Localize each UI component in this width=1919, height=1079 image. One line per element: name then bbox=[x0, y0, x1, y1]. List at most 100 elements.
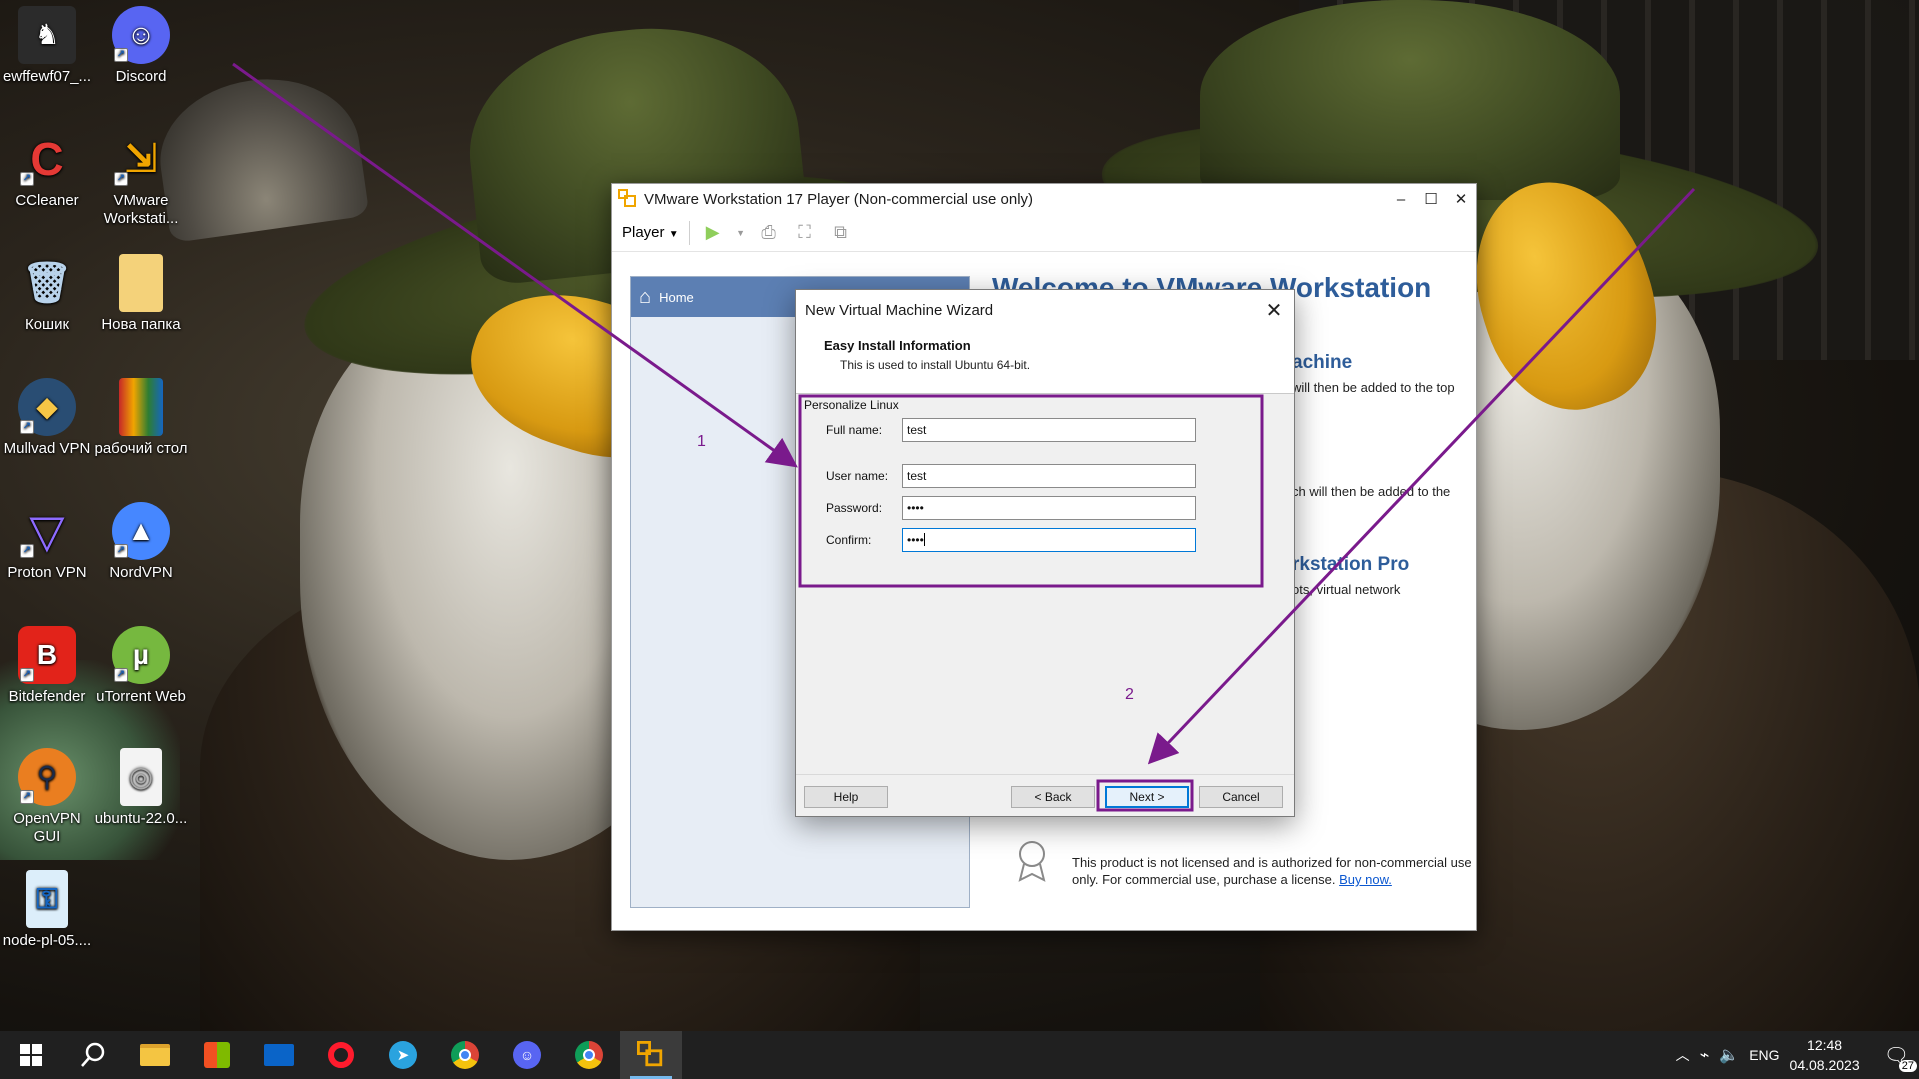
fullscreen-icon[interactable]: ⛶ bbox=[792, 221, 818, 245]
buy-now-link[interactable]: Buy now. bbox=[1339, 872, 1392, 887]
desktop-icon-label: ubuntu-22.0... bbox=[94, 810, 188, 827]
taskbar-vmware[interactable] bbox=[620, 1031, 682, 1079]
desktop-icon-label: NordVPN bbox=[109, 564, 173, 581]
shortcut-arrow-icon: ↗ bbox=[20, 668, 34, 682]
home-icon: ⌂ bbox=[639, 285, 652, 308]
send-ctrl-alt-del-icon[interactable]: ⎙ bbox=[756, 221, 782, 245]
desktop-icon-ubuntu-iso[interactable]: ◎ ubuntu-22.0... bbox=[94, 748, 188, 828]
desktop-icon-bitdefender[interactable]: B ↗ Bitdefender bbox=[0, 626, 94, 706]
desktop-icon-utorrent[interactable]: µ ↗ uTorrent Web bbox=[94, 626, 188, 706]
windows-logo-icon bbox=[20, 1044, 42, 1066]
desktop-icon-recycle-bin[interactable]: 🗑 Кошик bbox=[0, 254, 94, 334]
confirm-password-value: •••• bbox=[907, 533, 924, 547]
desktop-icon-label: Mullvad VPN bbox=[3, 440, 91, 457]
shortcut-arrow-icon: ↗ bbox=[20, 544, 34, 558]
show-hidden-icons-icon[interactable]: ︿ bbox=[1676, 1045, 1690, 1065]
window-title: VMware Workstation 17 Player (Non-commer… bbox=[644, 190, 1034, 208]
password-input[interactable]: •••• bbox=[902, 496, 1196, 520]
chevron-down-icon[interactable]: ▼ bbox=[736, 221, 746, 245]
desktop-icon-label: Discord bbox=[115, 68, 167, 85]
help-button[interactable]: Help bbox=[804, 786, 888, 808]
desktop-icon-label: uTorrent Web bbox=[96, 688, 186, 705]
shortcut-arrow-icon: ↗ bbox=[114, 48, 128, 62]
wizard-footer: Help < Back Next > Cancel bbox=[796, 774, 1294, 816]
window-titlebar[interactable]: VMware Workstation 17 Player (Non-commer… bbox=[612, 184, 1476, 214]
shortcut-arrow-icon: ↗ bbox=[20, 420, 34, 434]
confirm-password-input[interactable]: •••• bbox=[902, 528, 1196, 552]
taskbar-chrome[interactable] bbox=[434, 1031, 496, 1079]
close-icon[interactable]: ✕ bbox=[1446, 190, 1476, 208]
cancel-button[interactable]: Cancel bbox=[1199, 786, 1283, 808]
wizard-step-title: Easy Install Information bbox=[824, 338, 971, 353]
search-button[interactable] bbox=[62, 1031, 124, 1079]
desktop-icon-node-config[interactable]: ⚿ node-pl-05.... bbox=[0, 870, 94, 950]
desktop-icon-ewffewf07[interactable]: ♞ ewffewf07_... bbox=[0, 6, 94, 86]
volume-icon[interactable]: 🔈 bbox=[1719, 1045, 1739, 1065]
search-icon bbox=[81, 1042, 105, 1067]
desktop-icon-nordvpn[interactable]: ▲ ↗ NordVPN bbox=[94, 502, 188, 582]
taskbar-discord[interactable]: ☺ bbox=[496, 1031, 558, 1079]
confirm-label: Confirm: bbox=[826, 533, 872, 547]
desktop-icon-discord[interactable]: ☺ ↗ Discord bbox=[94, 6, 188, 86]
proton-vpn-icon: ▽ ↗ bbox=[18, 502, 76, 560]
full-name-input[interactable]: test bbox=[902, 418, 1196, 442]
desktop-icon-mullvad[interactable]: ◆ ↗ Mullvad VPN bbox=[0, 378, 94, 458]
taskbar-file-explorer[interactable] bbox=[124, 1031, 186, 1079]
desktop-icon-label: Нова папка bbox=[101, 316, 181, 333]
language-indicator[interactable]: ENG bbox=[1749, 1047, 1779, 1063]
close-icon[interactable]: ✕ bbox=[1254, 298, 1294, 323]
start-button[interactable] bbox=[0, 1031, 62, 1079]
taskbar-chrome-profile[interactable] bbox=[558, 1031, 620, 1079]
discord-icon: ☺ bbox=[513, 1041, 541, 1069]
password-row: Password: •••• bbox=[826, 496, 1196, 520]
notifications-button[interactable]: 🗨 27 bbox=[1884, 1043, 1917, 1072]
wallpaper-hat-right bbox=[1200, 0, 1620, 200]
desktop-icon-vmware[interactable]: ⇲ ↗ VMware Workstati... bbox=[94, 130, 188, 228]
network-icon[interactable]: ⌁ bbox=[1700, 1045, 1710, 1065]
chrome-icon bbox=[575, 1041, 603, 1069]
desktop-icon-openvpn[interactable]: ⚲ ↗ OpenVPN GUI bbox=[0, 748, 94, 846]
desktop-icon-new-folder[interactable]: Нова папка bbox=[94, 254, 188, 334]
player-menu[interactable]: Player ▼ bbox=[622, 224, 679, 241]
sidebar-item-label: Home bbox=[659, 289, 694, 305]
user-name-input[interactable]: test bbox=[902, 464, 1196, 488]
create-vm-heading[interactable]: achine bbox=[1292, 352, 1352, 374]
annotation-label-2: 2 bbox=[1125, 686, 1134, 703]
folder-icon bbox=[119, 254, 163, 312]
taskbar-opera[interactable] bbox=[310, 1031, 372, 1079]
desktop-icon-label: Proton VPN bbox=[7, 564, 87, 581]
unity-icon[interactable]: ⧉ bbox=[828, 221, 854, 245]
next-button[interactable]: Next > bbox=[1105, 786, 1189, 808]
maximize-icon[interactable]: ☐ bbox=[1416, 190, 1446, 208]
taskbar-mail[interactable] bbox=[248, 1031, 310, 1079]
user-name-label: User name: bbox=[826, 469, 889, 483]
bitdefender-icon: B ↗ bbox=[18, 626, 76, 684]
user-name-row: User name: test bbox=[826, 464, 1196, 488]
taskbar-microsoft-store[interactable] bbox=[186, 1031, 248, 1079]
dialog-titlebar[interactable]: New Virtual Machine Wizard ✕ bbox=[796, 290, 1294, 330]
license-text: This product is not licensed and is auth… bbox=[1072, 855, 1472, 887]
back-button[interactable]: < Back bbox=[1011, 786, 1095, 808]
desktop-icon-ccleaner[interactable]: C ↗ CCleaner bbox=[0, 130, 94, 210]
opera-icon bbox=[328, 1042, 354, 1068]
notification-count-badge: 27 bbox=[1898, 1059, 1917, 1072]
taskbar-telegram[interactable]: ➤ bbox=[372, 1031, 434, 1079]
desktop-icon-proton-vpn[interactable]: ▽ ↗ Proton VPN bbox=[0, 502, 94, 582]
clock[interactable]: 12:48 04.08.2023 bbox=[1790, 1035, 1860, 1075]
shortcut-arrow-icon: ↗ bbox=[20, 790, 34, 804]
desktop-icon-label: Bitdefender bbox=[8, 688, 86, 705]
open-vm-description: ch will then be added to the bbox=[1292, 484, 1451, 499]
chrome-icon bbox=[451, 1041, 479, 1069]
desktop-icon-label: ewffewf07_... bbox=[2, 68, 92, 85]
annotation-label-1: 1 bbox=[697, 433, 706, 450]
group-label: Personalize Linux bbox=[804, 398, 899, 412]
desktop-icon-rabochiy-stol[interactable]: рабочий стол bbox=[94, 378, 188, 458]
taskbar: ➤ ☺ ︿ ⌁ 🔈 ENG 12:48 04.08.2023 🗨 27 bbox=[0, 1031, 1919, 1079]
openvpn-icon: ⚲ ↗ bbox=[18, 748, 76, 806]
full-name-row: Full name: test bbox=[826, 418, 1196, 442]
game-icon: ♞ bbox=[18, 6, 76, 64]
play-icon[interactable]: ▶ bbox=[700, 221, 726, 245]
desktop-icon-label: Кошик bbox=[24, 316, 70, 333]
upgrade-heading[interactable]: rkstation Pro bbox=[1292, 554, 1409, 576]
minimize-icon[interactable]: – bbox=[1386, 191, 1416, 208]
